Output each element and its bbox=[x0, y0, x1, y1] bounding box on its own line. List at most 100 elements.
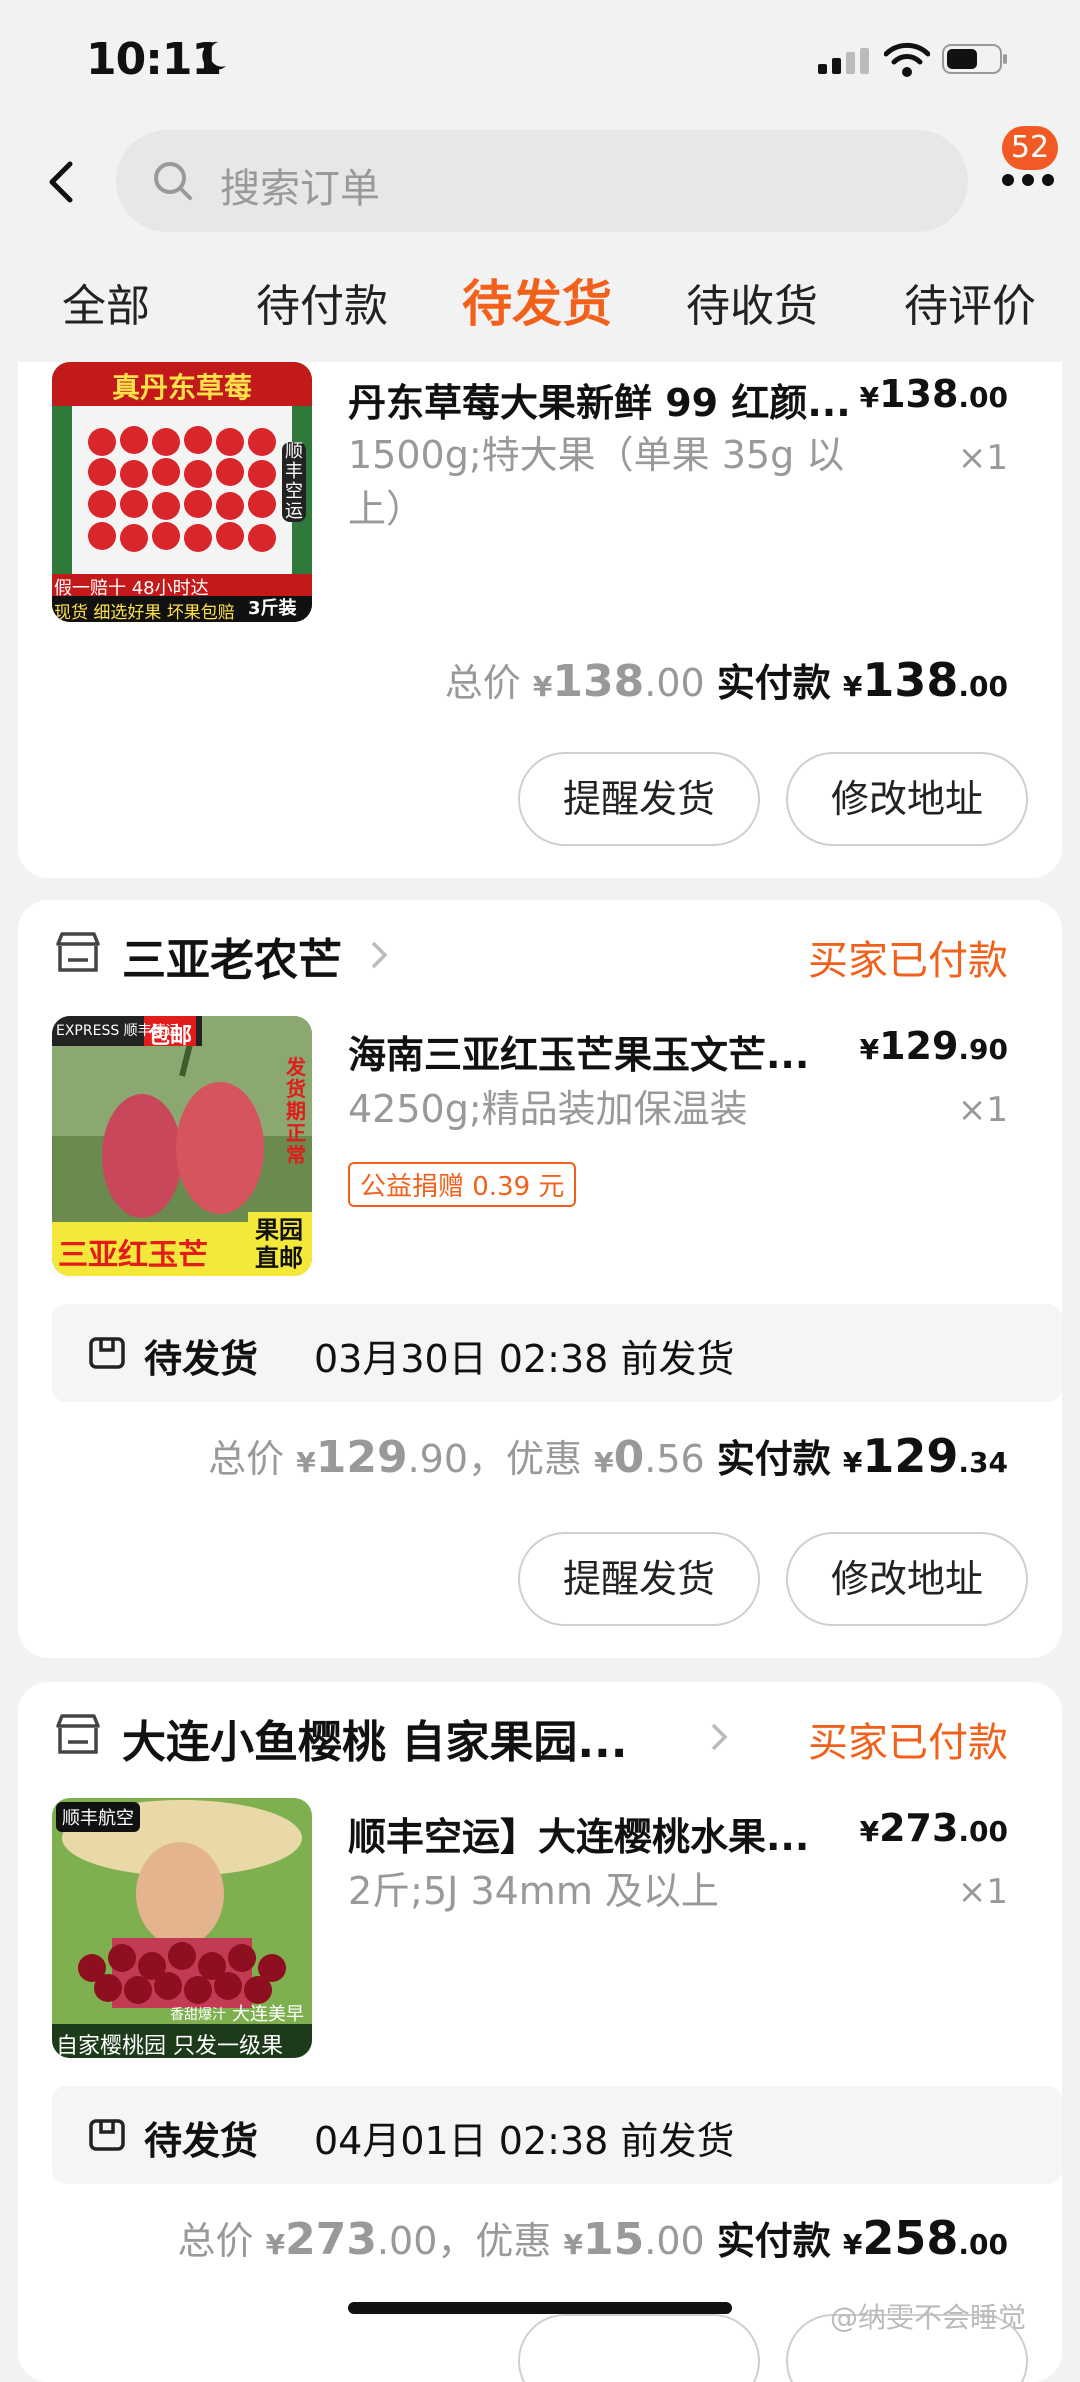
discount-integer: 0 bbox=[613, 1432, 645, 1483]
order-card: 三亚老农芒 买家已付款 EXPRESS 顺丰速运 包邮 发货期正常 三亚红玉芒 … bbox=[18, 900, 1062, 1658]
message-count-badge: 52 bbox=[1002, 126, 1058, 170]
signal-icon bbox=[818, 48, 869, 74]
currency-symbol: ¥ bbox=[842, 1446, 863, 1479]
paid-decimal: .34 bbox=[958, 1446, 1008, 1479]
paid-integer: 129 bbox=[862, 1429, 959, 1483]
currency-symbol: ¥ bbox=[265, 2228, 286, 2261]
search-icon bbox=[154, 162, 192, 200]
tab-pending-review[interactable]: 待评价 bbox=[904, 270, 1036, 334]
tab-all[interactable]: 全部 bbox=[62, 270, 150, 334]
back-icon[interactable] bbox=[44, 160, 78, 204]
currency-symbol: ¥ bbox=[859, 1033, 880, 1066]
store-icon bbox=[56, 1714, 100, 1754]
thumb-label: 大连美早 bbox=[232, 2004, 304, 2025]
chevron-right-icon[interactable] bbox=[370, 940, 388, 970]
product-spec: 1500g;特大果（单果 35g 以上） bbox=[348, 433, 845, 531]
currency-symbol: ¥ bbox=[563, 2228, 583, 2261]
tab-pending-payment[interactable]: 待付款 bbox=[256, 270, 388, 334]
shipping-info: 待发货 03月30日 02:38 前发货 bbox=[52, 1304, 1062, 1402]
package-icon bbox=[89, 2119, 125, 2151]
chevron-right-icon[interactable] bbox=[710, 1722, 728, 1752]
total-decimal: .00 bbox=[376, 2219, 438, 2263]
product-price: ¥273.00 bbox=[860, 1806, 1008, 1850]
remind-ship-button[interactable]: 提醒发货 bbox=[518, 752, 760, 846]
thumb-label: 自家樱桃园 只发一级果 bbox=[56, 2034, 283, 2058]
total-label: 总价 bbox=[177, 2219, 254, 2263]
paid-label: 实付款 bbox=[716, 1437, 831, 1481]
thumb-label: 顺丰空运 bbox=[282, 442, 306, 522]
discount-decimal: .56 bbox=[644, 1437, 705, 1481]
more-icon[interactable] bbox=[1000, 170, 1056, 190]
currency-symbol: ¥ bbox=[842, 670, 863, 703]
product-spec: 4250g;精品装加保温装 bbox=[348, 1087, 748, 1131]
shipping-status: 待发货 bbox=[144, 1337, 259, 1381]
order-tabs: 全部 待付款 待发货 待收货 待评价 bbox=[0, 270, 1080, 360]
total-decimal: .00 bbox=[644, 661, 705, 705]
product-qty: ×1 bbox=[957, 1090, 1008, 1130]
product-image[interactable]: EXPRESS 顺丰速运 包邮 发货期正常 三亚红玉芒 果园直邮 bbox=[52, 1016, 312, 1276]
package-icon bbox=[89, 1337, 125, 1369]
change-address-button[interactable]: 修改地址 bbox=[786, 1532, 1028, 1626]
currency-symbol: ¥ bbox=[594, 1446, 614, 1479]
product-spec: 2斤;5J 34mm 及以上 bbox=[348, 1869, 719, 1913]
product-price: ¥138.00 bbox=[860, 372, 1008, 416]
thumb-label: 包邮 bbox=[148, 1024, 193, 1049]
product-image[interactable]: 顺丰航空 香甜爆汁 大连美早 自家樱桃园 只发一级果 bbox=[52, 1798, 312, 2058]
home-indicator[interactable] bbox=[348, 2302, 732, 2314]
order-summary: 总价 ¥273.00，优惠 ¥15.00 实付款 ¥258.00 bbox=[178, 2210, 1008, 2265]
product-title[interactable]: 丹东草莓大果新鲜 99 红颜... bbox=[348, 372, 851, 427]
shop-name[interactable]: 大连小鱼樱桃 自家果园... bbox=[122, 1706, 627, 1770]
tab-pending-receipt[interactable]: 待收货 bbox=[686, 270, 818, 334]
discount-integer: 15 bbox=[583, 2214, 645, 2265]
change-address-button[interactable]: 修改地址 bbox=[786, 752, 1028, 846]
price-integer: 273 bbox=[879, 1806, 959, 1850]
product-image[interactable]: 真丹东草莓 顺丰空运 假一赔十 48小时达 现货 细选好果 坏果包赔 3斤装 bbox=[52, 362, 312, 622]
order-summary: 总价 ¥129.90，优惠 ¥0.56 实付款 ¥129.34 bbox=[208, 1428, 1008, 1483]
discount-decimal: .00 bbox=[644, 2219, 705, 2263]
thumb-label: 香甜爆汁 bbox=[170, 2007, 226, 2023]
total-label: 总价 bbox=[208, 1437, 285, 1481]
thumb-label: 发货期正常 bbox=[286, 1055, 306, 1167]
currency-symbol: ¥ bbox=[296, 1446, 316, 1479]
thumb-label: 顺丰航空 bbox=[56, 1802, 140, 1832]
shipping-status: 待发货 bbox=[144, 2119, 259, 2163]
paid-label: 实付款 bbox=[716, 661, 831, 705]
thumb-label: 假一赔十 48小时达 bbox=[54, 578, 209, 599]
remind-ship-button[interactable] bbox=[518, 2314, 760, 2382]
currency-symbol: ¥ bbox=[842, 2228, 863, 2261]
discount-label: ，优惠 bbox=[437, 2219, 552, 2263]
total-integer: 129 bbox=[315, 1432, 408, 1483]
tab-pending-shipment[interactable]: 待发货 bbox=[462, 264, 612, 336]
paid-integer: 138 bbox=[862, 653, 959, 707]
total-integer: 273 bbox=[285, 2214, 377, 2265]
price-decimal: .00 bbox=[958, 381, 1008, 414]
discount-label: ，优惠 bbox=[468, 1437, 583, 1481]
moon-icon bbox=[202, 41, 226, 70]
search-input[interactable]: 搜索订单 bbox=[116, 130, 968, 232]
total-label: 总价 bbox=[444, 661, 521, 705]
paid-label: 实付款 bbox=[716, 2219, 831, 2263]
currency-symbol: ¥ bbox=[532, 670, 553, 703]
search-placeholder: 搜索订单 bbox=[220, 166, 380, 212]
product-qty: ×1 bbox=[957, 438, 1008, 478]
battery-icon bbox=[942, 44, 1007, 74]
product-title[interactable]: 顺丰空运】大连樱桃水果... bbox=[348, 1806, 809, 1861]
store-icon bbox=[56, 932, 100, 972]
remind-ship-button[interactable]: 提醒发货 bbox=[518, 1532, 760, 1626]
total-decimal: .90 bbox=[407, 1437, 469, 1481]
product-title[interactable]: 海南三亚红玉芒果玉文芒... bbox=[348, 1024, 809, 1079]
order-status: 买家已付款 bbox=[808, 1720, 1008, 1766]
order-summary: 总价 ¥138.00 实付款 ¥138.00 bbox=[445, 652, 1008, 707]
shipping-deadline: 03月30日 02:38 前发货 bbox=[314, 1337, 735, 1381]
thumb-label: 果园直邮 bbox=[255, 1216, 303, 1272]
price-decimal: .90 bbox=[958, 1033, 1008, 1066]
status-bar: 10:11 bbox=[0, 0, 1080, 120]
currency-symbol: ¥ bbox=[859, 1815, 880, 1848]
shipping-info: 待发货 04月01日 02:38 前发货 bbox=[52, 2086, 1062, 2184]
shop-name[interactable]: 三亚老农芒 bbox=[122, 924, 342, 988]
order-card: 大连小鱼樱桃 自家果园... 买家已付款 顺丰航空 香甜爆汁 大连美早 自家樱桃… bbox=[18, 1682, 1062, 2382]
paid-integer: 258 bbox=[862, 2211, 959, 2265]
total-integer: 138 bbox=[552, 656, 645, 707]
paid-decimal: .00 bbox=[958, 2228, 1008, 2261]
thumb-label: 现货 细选好果 坏果包赔 bbox=[54, 603, 235, 622]
